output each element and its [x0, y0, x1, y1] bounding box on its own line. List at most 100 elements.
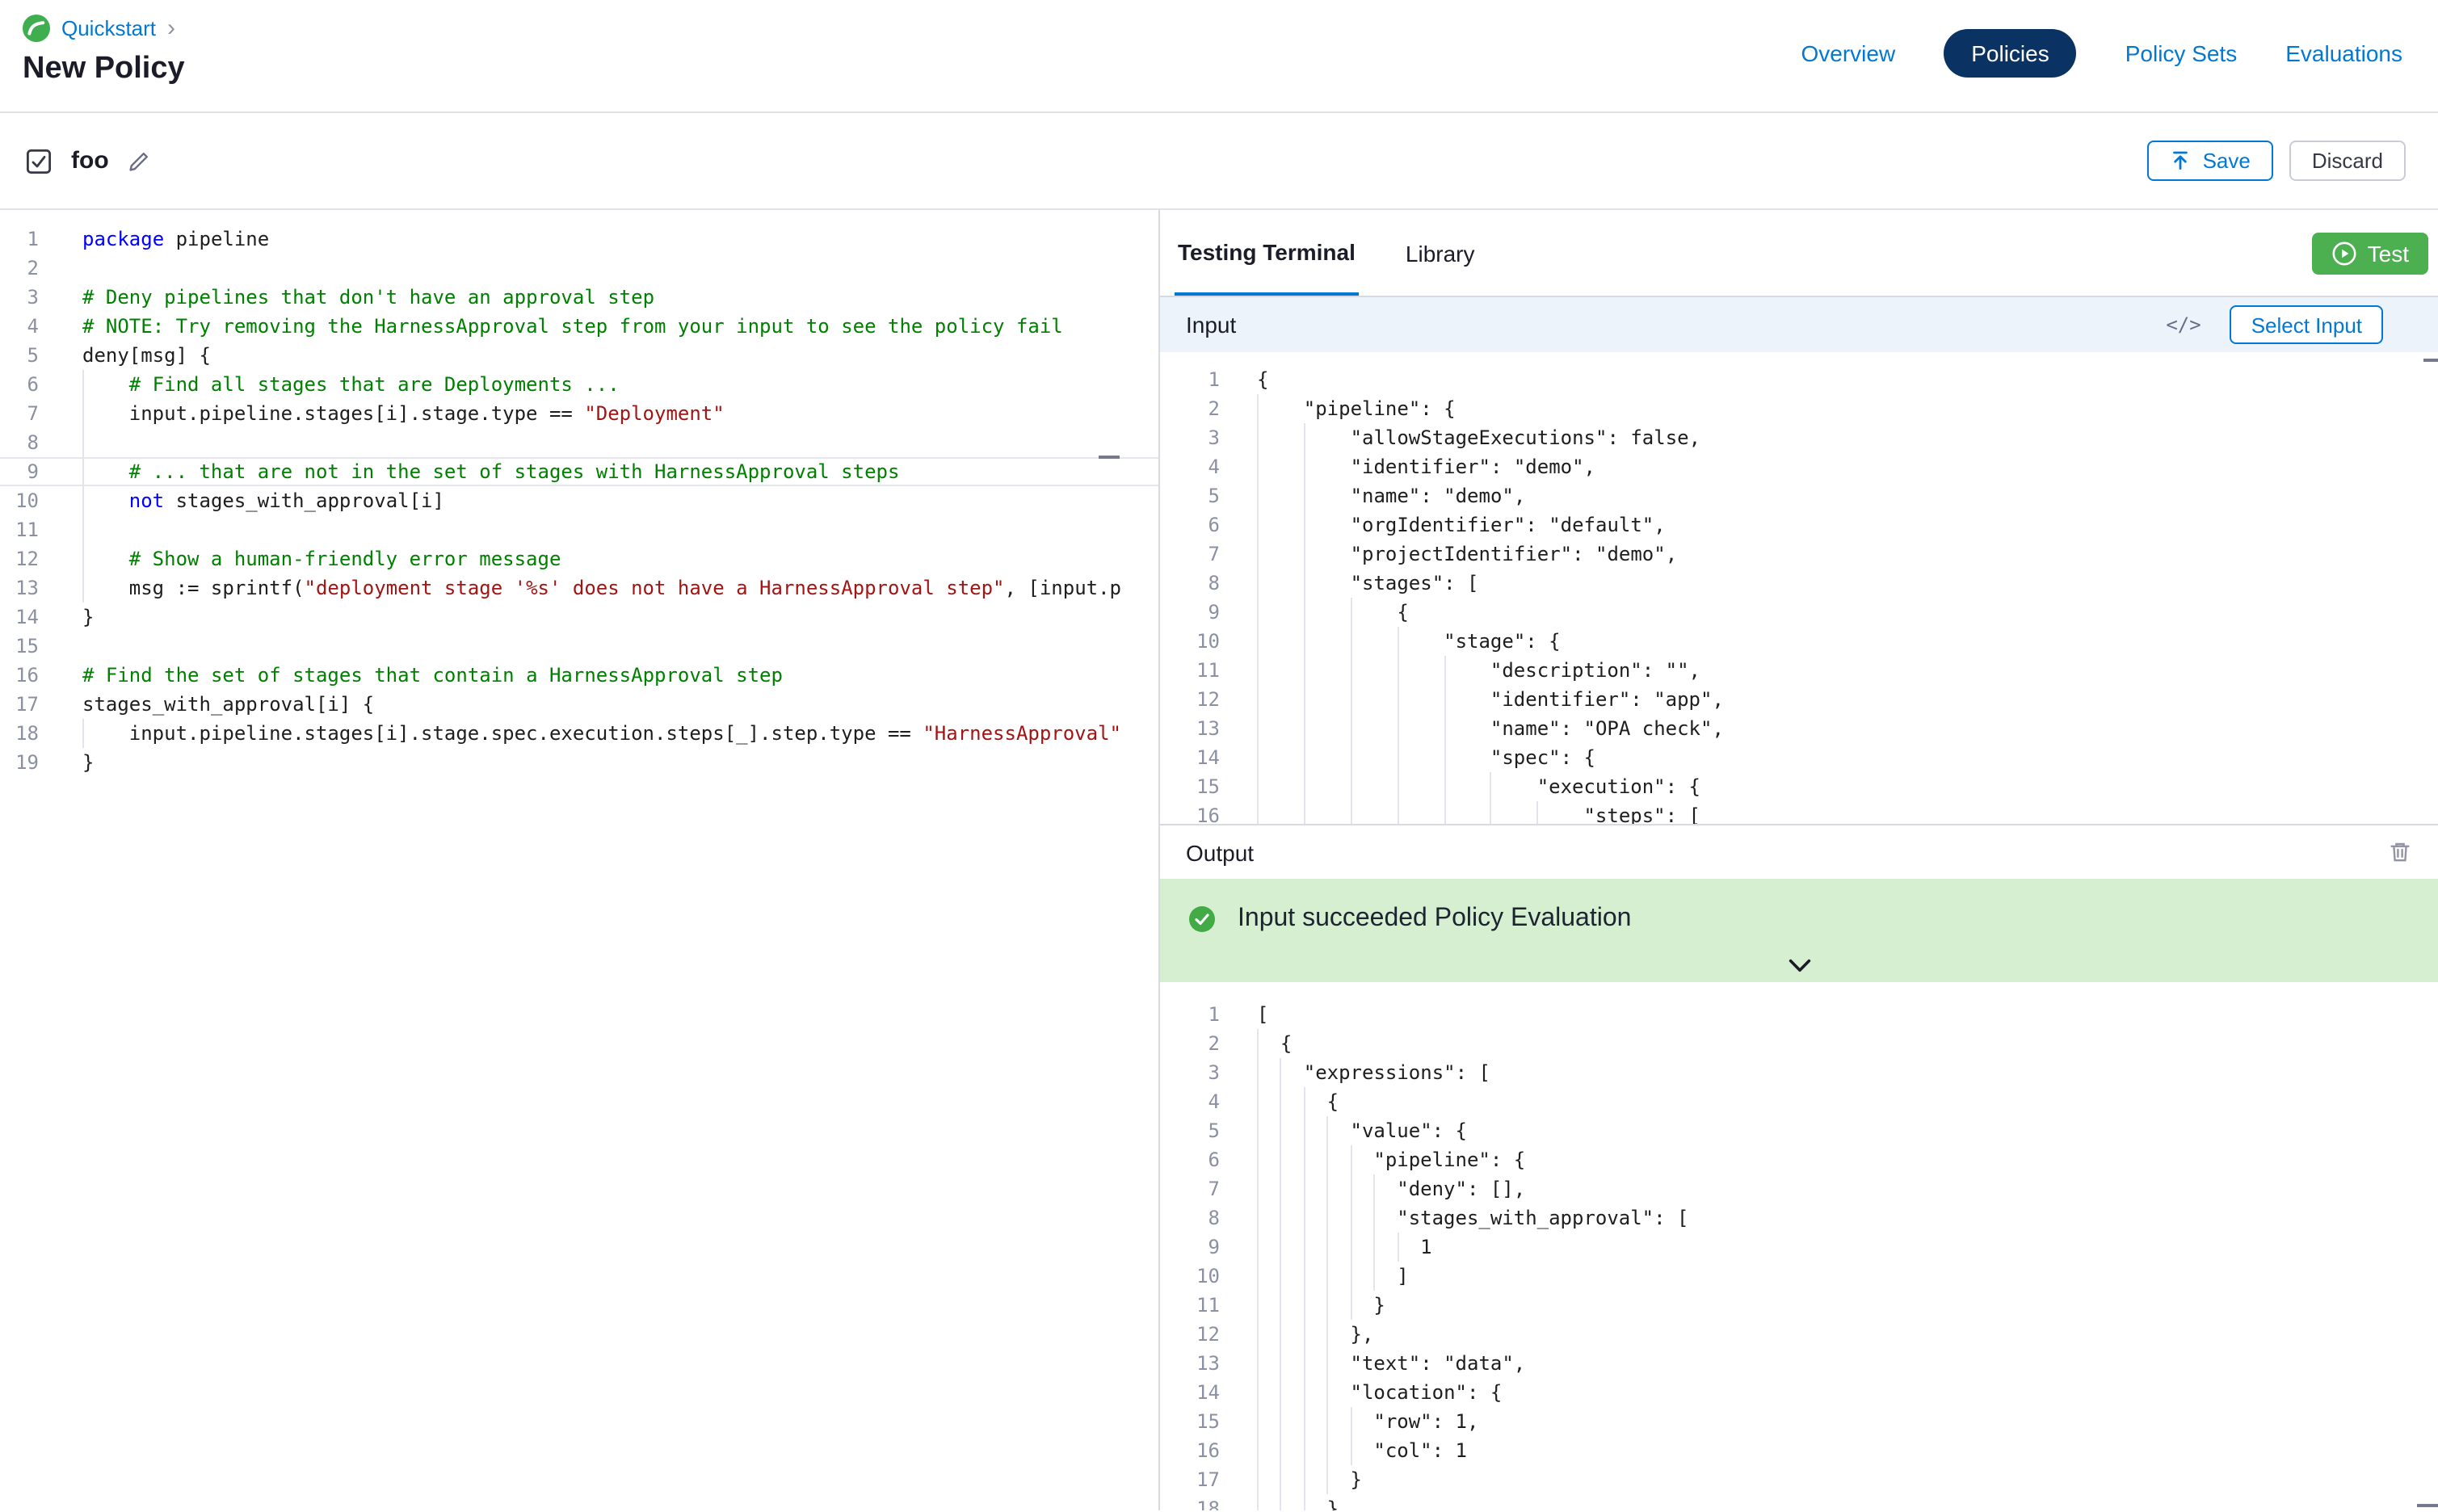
indent-guide [1327, 1407, 1351, 1436]
code-line: 14} [0, 603, 1158, 632]
indent-guide [1397, 714, 1444, 743]
indent-guide [1257, 481, 1304, 510]
rego-code-lines: 1package pipeline23# Deny pipelines that… [0, 225, 1158, 777]
indent-guide [82, 370, 129, 399]
line-number: 1 [1160, 365, 1220, 394]
nav-policy-sets[interactable]: Policy Sets [2125, 40, 2238, 66]
indent-guide [1280, 1262, 1304, 1291]
indent-guide [1444, 772, 1490, 801]
indent-guide [1351, 772, 1398, 801]
indent-guide [1257, 714, 1304, 743]
code-line: 12}, [1160, 1320, 2438, 1349]
indent-guide [82, 486, 129, 515]
indent-guide [1304, 1233, 1327, 1262]
code-line: 8"stages_with_approval": [ [1160, 1203, 2438, 1233]
indent-guide [1490, 801, 1537, 824]
indent-guide [1351, 1233, 1374, 1262]
indent-guide [1257, 656, 1304, 685]
code-line: 14"spec": { [1160, 743, 2438, 772]
indent-guide [1327, 1349, 1351, 1378]
indent-guide [1280, 1058, 1304, 1087]
line-number: 5 [0, 341, 39, 370]
line-number: 8 [0, 428, 39, 457]
indent-guide [1351, 656, 1398, 685]
indent-guide [1280, 1378, 1304, 1407]
indent-guide [1280, 1436, 1304, 1465]
indent-guide [1327, 1174, 1351, 1203]
indent-guide [1304, 481, 1351, 510]
line-number: 15 [1160, 1407, 1220, 1436]
nav-policies[interactable]: Policies [1944, 29, 2077, 78]
indent-guide [1257, 1262, 1280, 1291]
line-number: 9 [0, 457, 39, 486]
code-line: 18input.pipeline.stages[i].stage.spec.ex… [0, 719, 1158, 748]
line-number: 10 [1160, 627, 1220, 656]
policy-nav: Overview Policies Policy Sets Evaluation… [1801, 0, 2403, 107]
rego-policy-editor[interactable]: 1package pipeline23# Deny pipelines that… [0, 210, 1160, 1510]
edit-name-icon[interactable] [128, 149, 151, 172]
line-number: 2 [1160, 1029, 1220, 1058]
code-line: 16# Find the set of stages that contain … [0, 661, 1158, 690]
testing-terminal-panel: Testing Terminal Library Test Input </> … [1160, 210, 2438, 1510]
line-number: 6 [1160, 1145, 1220, 1174]
code-line: 15"row": 1, [1160, 1407, 2438, 1436]
input-section-header: Input </> Select Input [1160, 297, 2438, 352]
tab-testing-terminal[interactable]: Testing Terminal [1175, 210, 1359, 296]
indent-guide [1351, 1436, 1374, 1465]
code-line: 8 [0, 428, 1158, 457]
nav-evaluations[interactable]: Evaluations [2285, 40, 2402, 66]
indent-guide [1304, 569, 1351, 598]
save-arrow-icon [2171, 150, 2192, 171]
nav-overview[interactable]: Overview [1801, 40, 1896, 66]
evaluation-success-banner[interactable]: Input succeeded Policy Evaluation [1160, 879, 2438, 982]
line-number: 13 [1160, 714, 1220, 743]
test-button[interactable]: Test [2313, 232, 2428, 274]
line-number: 5 [1160, 1116, 1220, 1145]
indent-guide [1304, 1087, 1327, 1116]
line-number: 5 [1160, 481, 1220, 510]
select-input-button[interactable]: Select Input [2230, 305, 2383, 344]
output-section-header: Output [1160, 824, 2438, 879]
code-line: 7input.pipeline.stages[i].stage.type == … [0, 399, 1158, 428]
line-number: 1 [0, 225, 39, 254]
save-button[interactable]: Save [2148, 141, 2273, 181]
indent-guide [1304, 656, 1351, 685]
indent-guide [1304, 1407, 1327, 1436]
indent-guide [1257, 685, 1304, 714]
code-line: 1[ [1160, 1000, 2438, 1029]
line-number: 17 [1160, 1465, 1220, 1494]
test-button-label: Test [2368, 240, 2409, 266]
indent-guide [1304, 1320, 1327, 1349]
input-code-lines: 1{2"pipeline": {3"allowStageExecutions":… [1160, 365, 2438, 824]
indent-guide [1397, 1233, 1420, 1262]
discard-button[interactable]: Discard [2289, 141, 2406, 181]
code-view-icon[interactable]: </> [2166, 313, 2201, 336]
indent-guide [1490, 772, 1537, 801]
indent-guide [1257, 1116, 1280, 1145]
indent-guide [1327, 1116, 1351, 1145]
line-number: 10 [1160, 1262, 1220, 1291]
code-line: 17stages_with_approval[i] { [0, 690, 1158, 719]
output-json-editor[interactable]: 1[2{3"expressions": [4{5"value": {6"pipe… [1160, 982, 2438, 1510]
line-number: 7 [0, 399, 39, 428]
indent-guide [1257, 1145, 1280, 1174]
delete-output-icon[interactable] [2388, 840, 2412, 864]
line-number: 7 [1160, 540, 1220, 569]
code-line: 16"steps": [ [1160, 801, 2438, 824]
line-number: 17 [0, 690, 39, 719]
main-content: 1package pipeline23# Deny pipelines that… [0, 210, 2438, 1510]
indent-guide [1351, 801, 1398, 824]
chevron-down-icon[interactable] [1787, 958, 1811, 974]
input-json-editor[interactable]: 1{2"pipeline": {3"allowStageExecutions":… [1160, 352, 2438, 824]
indent-guide [1351, 685, 1398, 714]
indent-guide [82, 457, 129, 486]
tab-library[interactable]: Library [1402, 210, 1478, 296]
indent-guide [1351, 1203, 1374, 1233]
indent-guide [1280, 1494, 1304, 1510]
code-line: 13"text": "data", [1160, 1349, 2438, 1378]
line-number: 11 [1160, 1291, 1220, 1320]
line-number: 6 [0, 370, 39, 399]
breadcrumb-project-link[interactable]: Quickstart [61, 16, 156, 40]
code-line: 2{ [1160, 1029, 2438, 1058]
code-line: 1package pipeline [0, 225, 1158, 254]
